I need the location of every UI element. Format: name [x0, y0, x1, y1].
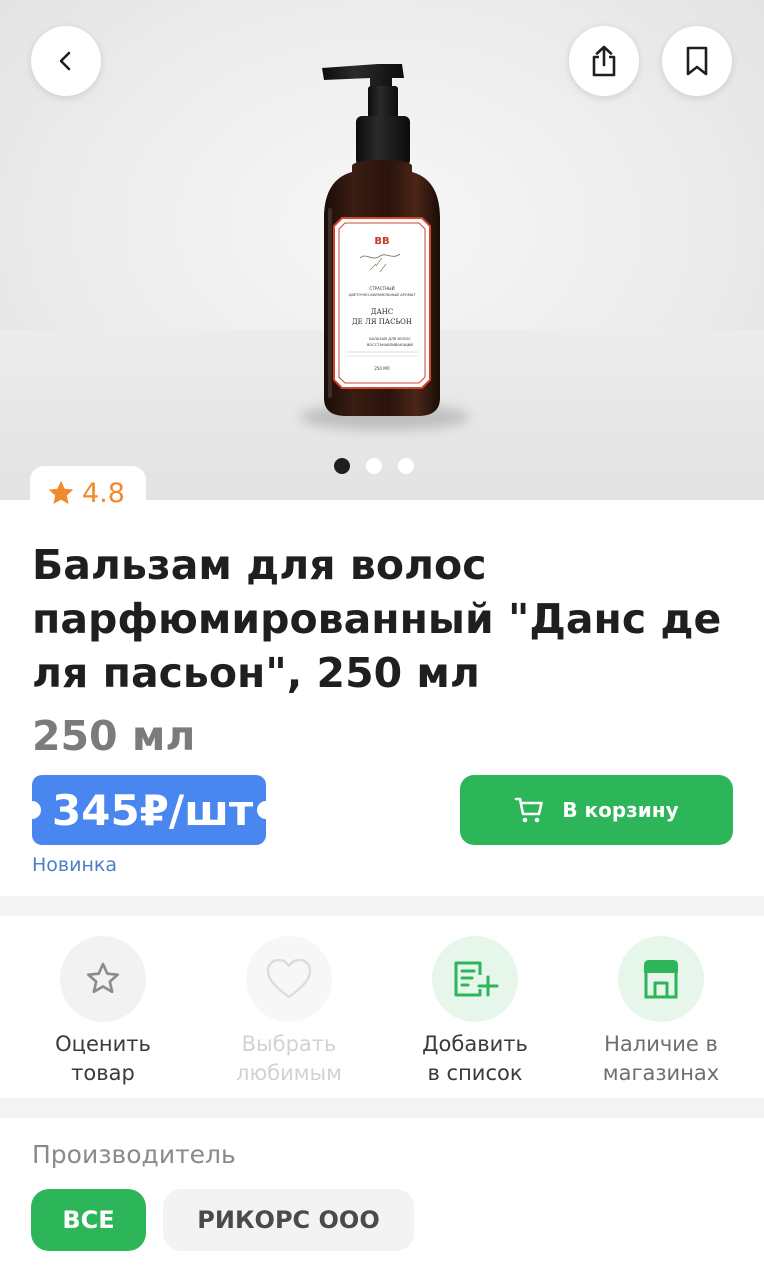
- heart-icon: [266, 958, 312, 999]
- section-divider: [0, 1098, 764, 1118]
- star-icon: [87, 962, 119, 994]
- product-image: BB СТРАСТНЫЙ ЦВЕТОЧНО-КАРАМЕЛЬНЫЙ АРОМАТ…: [322, 64, 440, 416]
- rate-action-label: Оценить товар: [55, 1032, 151, 1085]
- svg-text:ДАНС: ДАНС: [371, 308, 393, 316]
- manufacturer-chip-all[interactable]: ВСЕ: [31, 1189, 146, 1251]
- share-button[interactable]: [569, 26, 639, 96]
- gallery-dot[interactable]: [366, 458, 382, 474]
- star-filled-icon: [48, 480, 74, 504]
- bookmark-icon: [686, 46, 708, 76]
- add-to-list-action[interactable]: Добавить в список: [382, 936, 568, 1088]
- add-to-cart-label: В корзину: [562, 798, 679, 822]
- rate-product-action[interactable]: Оценить товар: [10, 936, 196, 1088]
- rating-value: 4.8: [82, 477, 125, 509]
- chevron-left-icon: [59, 51, 71, 71]
- gallery-dot[interactable]: [398, 458, 414, 474]
- cart-icon: [515, 797, 544, 823]
- svg-text:250 МЛ: 250 МЛ: [374, 366, 389, 371]
- rating-badge[interactable]: 4.8: [30, 466, 146, 520]
- favorite-action[interactable]: Выбрать любимым: [196, 936, 382, 1088]
- add-to-list-label: Добавить в список: [422, 1032, 528, 1085]
- manufacturer-title: Производитель: [32, 1140, 236, 1169]
- add-to-cart-button[interactable]: В корзину: [460, 775, 733, 845]
- new-badge: Новинка: [32, 854, 117, 876]
- rate-action-circle[interactable]: [60, 936, 146, 1022]
- product-actions: Оценить товар Выбрать любимым Добавить в сп…: [0, 916, 764, 1098]
- svg-text:ДЕ ЛЯ ПАСЬОН: ДЕ ЛЯ ПАСЬОН: [352, 318, 412, 326]
- price-notch: [257, 801, 275, 819]
- share-icon: [592, 45, 616, 77]
- svg-text:ВОССТАНАВЛИВАЮЩИЙ: ВОССТАНАВЛИВАЮЩИЙ: [367, 342, 413, 347]
- store-icon: [644, 960, 678, 999]
- back-button[interactable]: [31, 26, 101, 96]
- manufacturer-section: Производитель ВСЕ РИКОРС ООО: [0, 1118, 764, 1280]
- product-volume: 250 мл: [32, 712, 196, 760]
- store-availability-circle[interactable]: [618, 936, 704, 1022]
- store-availability-label: Наличие в магазинах: [602, 1032, 720, 1085]
- price-value: 345₽/шт: [52, 785, 254, 835]
- price-tag: 345₽/шт: [23, 775, 275, 845]
- gallery-pagination[interactable]: [334, 458, 414, 474]
- add-list-icon: [454, 961, 499, 997]
- product-title: Бальзам для волос парфюмированный "Данс …: [32, 541, 722, 697]
- svg-text:БАЛЬЗАМ ДЛЯ ВОЛОС: БАЛЬЗАМ ДЛЯ ВОЛОС: [369, 337, 411, 341]
- favorite-action-label: Выбрать любимым: [236, 1032, 342, 1085]
- add-to-list-circle[interactable]: [432, 936, 518, 1022]
- svg-text:ЦВЕТОЧНО-КАРАМЕЛЬНЫЙ АРОМАТ: ЦВЕТОЧНО-КАРАМЕЛЬНЫЙ АРОМАТ: [349, 292, 417, 297]
- product-gallery[interactable]: BB СТРАСТНЫЙ ЦВЕТОЧНО-КАРАМЕЛЬНЫЙ АРОМАТ…: [0, 0, 764, 500]
- manufacturer-chip-rikors[interactable]: РИКОРС ООО: [163, 1189, 414, 1251]
- gallery-dot[interactable]: [334, 458, 350, 474]
- price-notch: [23, 801, 41, 819]
- favorite-action-circle[interactable]: [246, 936, 332, 1022]
- section-divider: [0, 896, 764, 916]
- store-availability-action[interactable]: Наличие в магазинах: [568, 936, 754, 1088]
- svg-text:BB: BB: [374, 236, 389, 247]
- bookmark-button[interactable]: [662, 26, 732, 96]
- svg-text:СТРАСТНЫЙ: СТРАСТНЫЙ: [369, 286, 394, 291]
